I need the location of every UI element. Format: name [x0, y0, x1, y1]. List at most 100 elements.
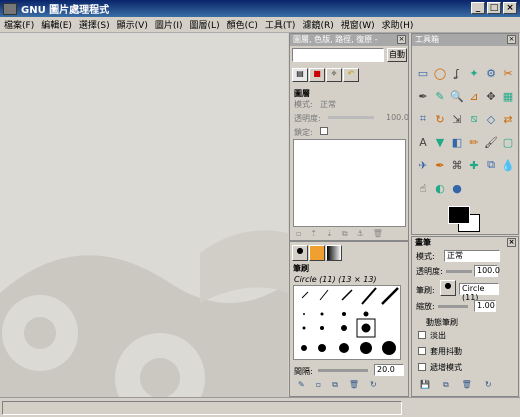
tool-dodge-icon[interactable]: ◐ [431, 179, 449, 197]
tool-ellipse-select-icon[interactable]: ◯ [431, 64, 449, 82]
minimize-button[interactable]: _ [471, 2, 485, 14]
close-icon[interactable]: × [397, 35, 406, 44]
brushes-panel-header: 筆刷 [290, 263, 408, 275]
tool-free-select-icon[interactable]: ʆ [448, 64, 466, 82]
close-button[interactable]: × [503, 2, 517, 14]
tool-scale-label: 縮放: [416, 302, 435, 311]
incremental-label: 遞增模式 [430, 363, 462, 372]
menu-layer[interactable]: 圖層(L) [190, 18, 220, 31]
tab-channels[interactable]: ■ [309, 68, 325, 82]
tool-scale-slider[interactable] [438, 305, 468, 308]
tool-blur-icon[interactable]: 💧 [499, 156, 517, 174]
tool-paths-icon[interactable]: ✒ [414, 87, 432, 105]
status-bar [0, 397, 520, 417]
tab-patterns[interactable] [309, 245, 325, 261]
tool-brush-preview[interactable]: ● [440, 280, 456, 296]
tool-bucket-fill-icon[interactable]: ▼ [431, 133, 449, 151]
layers-list[interactable] [293, 139, 406, 227]
tool-select-by-color-icon[interactable]: ⚙ [482, 64, 500, 82]
tool-rect-select-icon[interactable]: ▭ [414, 64, 432, 82]
toolbox-header: 工具箱 × [412, 34, 518, 46]
tool-paintbrush-icon[interactable]: 🖌 [482, 133, 500, 151]
brush-grid[interactable] [293, 285, 401, 360]
layers-dock: 圖層, 色版, 路徑, 復原 - × 自動 ▤ ■ ✧ ↶ 圖層 模式: 正常 … [289, 33, 409, 241]
layers-mode-value[interactable]: 正常 [320, 99, 336, 110]
tool-rotate-icon[interactable]: ↻ [431, 110, 449, 128]
tool-measure-icon[interactable]: ⊿ [465, 87, 483, 105]
menu-windows[interactable]: 視窗(W) [341, 18, 375, 31]
lock-alpha-checkbox[interactable] [320, 127, 328, 135]
jitter-checkbox[interactable] [418, 347, 426, 355]
maximize-button[interactable]: □ [487, 2, 501, 14]
menu-edit[interactable]: 編輯(E) [41, 18, 72, 31]
tool-scale-value[interactable]: 1.00 [474, 300, 496, 312]
menu-colors[interactable]: 顏色(C) [227, 18, 258, 31]
close-icon[interactable]: × [507, 238, 516, 247]
auto-button[interactable]: 自動 [387, 48, 407, 62]
tool-shear-icon[interactable]: ⧅ [465, 110, 483, 128]
tool-pencil-icon[interactable]: ✏ [465, 133, 483, 151]
tool-blend-icon[interactable]: ◧ [448, 133, 466, 151]
tool-flip-icon[interactable]: ⇄ [499, 110, 517, 128]
title-bar: GNU 圖片處理程式 _ □ × [0, 0, 520, 17]
fade-checkbox[interactable] [418, 331, 426, 339]
brush-tab-row: ● [292, 245, 352, 261]
tool-color-picker-icon[interactable]: ✎ [431, 87, 449, 105]
fade-label: 淡出 [430, 331, 446, 340]
brush-action-icons: ✎▫⧉🗑↻ [298, 380, 388, 389]
tab-gradients[interactable] [326, 245, 342, 261]
layers-mode-label: 模式: [294, 100, 313, 109]
tool-burn-icon[interactable]: ● [448, 179, 466, 197]
layers-opacity-value[interactable]: 100.0 [386, 113, 409, 122]
incremental-checkbox[interactable] [418, 363, 426, 371]
image-canvas[interactable] [0, 33, 288, 397]
tool-grid: ▭ ◯ ʆ ✦ ⚙ ✂ ✒ ✎ 🔍 ⊿ ✥ ▦ ⌗ ↻ ⇲ ⧅ ◇ ⇄ A ▼ ◧ ✏ 🖌 ▢ ✈ ✒ ⌘ ✚ ⧉ 💧 ☝ ◐ ● [414, 64, 518, 204]
tab-paths[interactable]: ✧ [326, 68, 342, 82]
tool-smudge-icon[interactable]: ☝ [414, 179, 432, 197]
tool-scissors-icon[interactable]: ✂ [499, 64, 517, 82]
tool-clone-icon[interactable]: ⌘ [448, 156, 466, 174]
jitter-label: 套用抖動 [430, 347, 462, 356]
tool-opacity-slider[interactable] [446, 270, 472, 273]
menu-filters[interactable]: 濾鏡(R) [302, 18, 333, 31]
brushes-dock: ● 筆刷 Circle (11) (13 × 13) 間隔: 20.0 ✎▫⧉🗑… [289, 241, 409, 397]
tab-undo[interactable]: ↶ [343, 68, 359, 82]
layers-lock-label: 鎖定: [294, 128, 313, 137]
foreground-color-swatch[interactable] [448, 206, 470, 224]
menu-view[interactable]: 顯示(V) [117, 18, 148, 31]
tool-mode-label: 模式: [416, 252, 435, 261]
menu-select[interactable]: 選擇(S) [79, 18, 110, 31]
tool-heal-icon[interactable]: ✚ [465, 156, 483, 174]
tool-ink-icon[interactable]: ✒ [431, 156, 449, 174]
tool-text-icon[interactable]: A [414, 133, 432, 151]
dynamics-expander[interactable]: 動態筆刷 [426, 317, 458, 328]
image-selector[interactable] [292, 48, 384, 62]
tool-opacity-value[interactable]: 100.0 [474, 265, 500, 277]
tool-airbrush-icon[interactable]: ✈ [414, 156, 432, 174]
tab-brushes[interactable]: ● [292, 245, 308, 261]
tool-zoom-icon[interactable]: 🔍 [448, 87, 466, 105]
tool-align-icon[interactable]: ▦ [499, 87, 517, 105]
gimp-icon [3, 2, 17, 15]
brush-spacing-value[interactable]: 20.0 [374, 364, 404, 376]
layers-opacity-slider[interactable] [328, 116, 374, 119]
menu-tools[interactable]: 工具(T) [265, 18, 296, 31]
tool-crop-icon[interactable]: ⌗ [414, 110, 432, 128]
tool-perspective-clone-icon[interactable]: ⧉ [482, 156, 500, 174]
tool-move-icon[interactable]: ✥ [482, 87, 500, 105]
menu-file[interactable]: 檔案(F) [4, 18, 34, 31]
tool-mode-select[interactable]: 正常 [444, 250, 500, 262]
tab-layers[interactable]: ▤ [292, 68, 308, 82]
wilber-watermark [0, 230, 288, 397]
tool-scale-icon[interactable]: ⇲ [448, 110, 466, 128]
brush-spacing-label: 間隔: [294, 367, 313, 376]
menu-help[interactable]: 求助(H) [382, 18, 414, 31]
tool-brush-value[interactable]: Circle (11) [459, 283, 499, 302]
brush-spacing-slider[interactable] [318, 369, 368, 372]
menu-image[interactable]: 圖片(I) [155, 18, 183, 31]
tool-opacity-label: 透明度: [416, 267, 443, 276]
tool-perspective-icon[interactable]: ◇ [482, 110, 500, 128]
close-icon[interactable]: × [507, 35, 516, 44]
tool-fuzzy-select-icon[interactable]: ✦ [465, 64, 483, 82]
tool-eraser-icon[interactable]: ▢ [499, 133, 517, 151]
